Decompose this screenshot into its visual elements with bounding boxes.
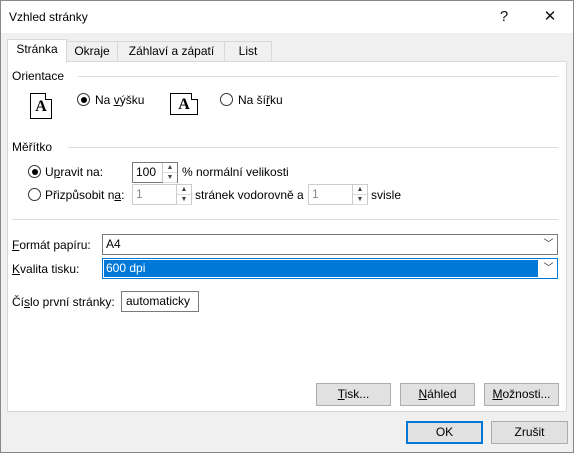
tab-header-footer[interactable]: Záhlaví a zápatí — [117, 41, 226, 62]
adjust-to-label[interactable]: Upravit na: — [45, 165, 103, 179]
spin-up-icon[interactable]: ▲ — [353, 185, 367, 195]
print-quality-select[interactable]: 600 dpi ﹀ — [102, 258, 558, 279]
section-divider — [12, 219, 558, 220]
landscape-label[interactable]: Na šířku — [238, 93, 283, 107]
spin-down-icon[interactable]: ▼ — [353, 195, 367, 205]
cancel-button[interactable]: Zrušit — [491, 421, 568, 444]
print-quality-label: Kvalita tisku: — [12, 262, 80, 276]
first-page-number-input[interactable]: automaticky — [121, 291, 199, 312]
tab-page[interactable]: Stránka — [7, 39, 67, 63]
fit-tall-suffix: svisle — [371, 188, 402, 202]
print-button[interactable]: Tisk... — [316, 383, 391, 406]
fit-to-radio[interactable] — [28, 188, 41, 201]
tab-margins[interactable]: Okraje — [65, 41, 119, 62]
title-bar: Vzhled stránky ? ✕ — [1, 1, 573, 33]
dialog-title: Vzhled stránky — [9, 10, 88, 24]
portrait-radio[interactable] — [77, 93, 90, 106]
scaling-divider — [68, 147, 558, 148]
preview-button[interactable]: Náhled — [400, 383, 475, 406]
orientation-divider — [78, 76, 558, 77]
orientation-group-label: Orientace — [12, 69, 65, 83]
paper-size-value: A4 — [106, 237, 121, 251]
spin-up-icon[interactable]: ▲ — [177, 185, 191, 195]
adjust-percent-stepper[interactable]: 100 ▲ ▼ — [132, 162, 178, 183]
chevron-down-icon[interactable]: ﹀ — [540, 235, 557, 254]
first-page-number-value: automaticky — [126, 294, 191, 308]
fit-tall-stepper[interactable]: 1 ▲ ▼ — [308, 184, 368, 205]
tab-panel-page: Orientace A Na výšku A Na šířku Měřítko … — [7, 61, 567, 412]
page-setup-dialog: Vzhled stránky ? ✕ Stránka Okraje Záhlav… — [0, 0, 574, 453]
fit-tall-value: 1 — [312, 187, 319, 201]
help-button[interactable]: ? — [481, 1, 527, 33]
print-quality-value: 600 dpi — [106, 261, 146, 275]
options-button[interactable]: Možnosti... — [484, 383, 559, 406]
fit-wide-value: 1 — [136, 187, 143, 201]
landscape-page-icon: A — [170, 93, 198, 115]
close-button[interactable]: ✕ — [527, 1, 573, 33]
tab-sheet[interactable]: List — [224, 41, 272, 62]
landscape-radio[interactable] — [220, 93, 233, 106]
spin-down-icon[interactable]: ▼ — [163, 173, 177, 183]
paper-size-label: Formát papíru: — [12, 238, 91, 252]
first-page-number-label: Číslo první stránky: — [12, 295, 115, 309]
spin-down-icon[interactable]: ▼ — [177, 195, 191, 205]
fit-wide-suffix: stránek vodorovně a — [195, 188, 304, 202]
adjust-percent-value: 100 — [136, 165, 157, 179]
paper-size-select[interactable]: A4 ﹀ — [102, 234, 558, 255]
adjust-percent-suffix: % normální velikosti — [182, 165, 289, 179]
ok-button[interactable]: OK — [406, 421, 483, 444]
chevron-down-icon[interactable]: ﹀ — [540, 259, 557, 278]
scaling-group-label: Měřítko — [12, 140, 53, 154]
adjust-to-radio[interactable] — [28, 165, 41, 178]
fit-wide-stepper[interactable]: 1 ▲ ▼ — [132, 184, 192, 205]
spin-up-icon[interactable]: ▲ — [163, 163, 177, 173]
portrait-label[interactable]: Na výšku — [95, 93, 144, 107]
fit-to-label[interactable]: Přizpůsobit na: — [45, 188, 124, 202]
portrait-page-icon: A — [30, 93, 52, 119]
